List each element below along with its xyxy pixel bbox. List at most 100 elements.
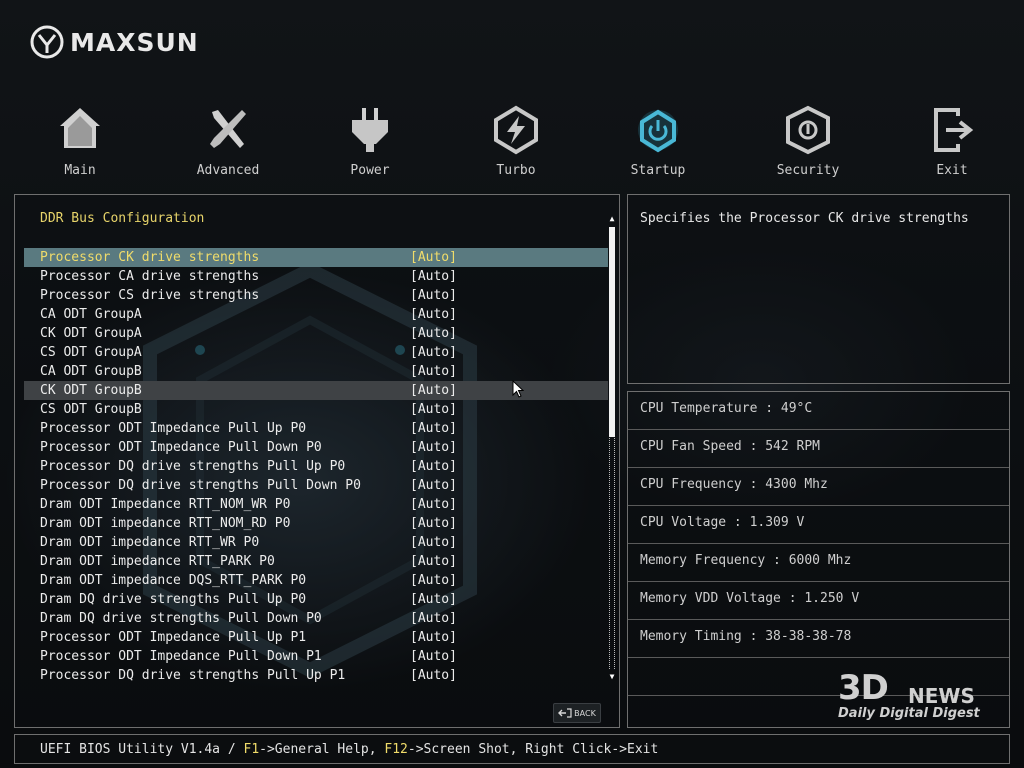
setting-label: Dram ODT impedance DQS_RTT_PARK P0 <box>40 573 307 588</box>
setting-value[interactable]: [Auto] <box>410 628 457 647</box>
scroll-down-arrow-icon[interactable]: ▼ <box>608 673 616 681</box>
back-button-label: BACK <box>574 708 596 718</box>
nav-security[interactable]: Security <box>758 100 858 180</box>
back-button[interactable]: BACK <box>553 703 601 723</box>
setting-label: Processor DQ drive strengths Pull Up P1 <box>40 668 346 683</box>
status-text: CPU Fan Speed : 542 RPM <box>640 439 821 454</box>
watermark-news: NEWS <box>908 684 975 708</box>
tools-icon <box>210 110 246 148</box>
settings-panel: DDR Bus Configuration Processor CK drive… <box>14 194 620 728</box>
power-button-icon <box>638 109 678 153</box>
setting-label: CA ODT GroupA <box>40 307 142 322</box>
setting-row[interactable]: Dram ODT impedance DQS_RTT_PARK P0 [Auto] <box>24 571 608 590</box>
setting-label: Dram DQ drive strengths Pull Down P0 <box>40 611 322 626</box>
nav-startup[interactable]: Startup <box>608 100 708 180</box>
setting-row[interactable]: CA ODT GroupA [Auto] <box>24 305 608 324</box>
setting-value[interactable]: [Auto] <box>410 476 457 495</box>
setting-label: Dram ODT impedance RTT_NOM_RD P0 <box>40 516 291 531</box>
nav-startup-label: Startup <box>630 163 686 178</box>
setting-row[interactable]: Processor CA drive strengths [Auto] <box>24 267 608 286</box>
home-icon <box>60 108 100 148</box>
setting-row[interactable]: Dram ODT impedance RTT_WR P0 [Auto] <box>24 533 608 552</box>
setting-value[interactable]: [Auto] <box>410 286 457 305</box>
setting-row[interactable]: Dram ODT impedance RTT_NOM_RD P0 [Auto] <box>24 514 608 533</box>
setting-label: Processor ODT Impedance Pull Down P0 <box>40 440 322 455</box>
setting-value[interactable]: [Auto] <box>410 419 457 438</box>
status-text: CPU Frequency : 4300 Mhz <box>640 477 828 492</box>
setting-row[interactable]: CS ODT GroupB [Auto] <box>24 400 608 419</box>
watermark-3d: 3D <box>838 668 889 708</box>
status-text: CPU Temperature : 49°C <box>640 401 813 416</box>
scrollbar-thumb[interactable] <box>609 227 615 437</box>
back-arrow-icon <box>558 708 572 718</box>
power-plug-icon <box>352 108 388 152</box>
setting-label: Dram DQ drive strengths Pull Up P0 <box>40 592 307 607</box>
setting-label: Processor ODT Impedance Pull Up P1 <box>40 630 307 645</box>
nav-advanced-label: Advanced <box>196 163 260 178</box>
setting-value[interactable]: [Auto] <box>410 590 457 609</box>
section-title: DDR Bus Configuration <box>40 211 205 226</box>
status-row-memory-frequency: Memory Frequency : 6000 Mhz <box>628 544 1009 582</box>
setting-row[interactable]: Dram ODT impedance RTT_PARK P0 [Auto] <box>24 552 608 571</box>
setting-row[interactable]: Processor DQ drive strengths Pull Up P0 [… <box>24 457 608 476</box>
setting-value[interactable]: [Auto] <box>410 647 457 666</box>
setting-value[interactable]: [Auto] <box>410 438 457 457</box>
setting-row[interactable]: Processor DQ drive strengths Pull Down P… <box>24 476 608 495</box>
status-text: CPU Voltage : 1.309 V <box>640 515 805 530</box>
footer-text-f12: ->Screen Shot, Right Click->Exit <box>407 742 659 757</box>
nav-main[interactable]: Main <box>30 100 130 180</box>
setting-value[interactable]: [Auto] <box>410 248 457 267</box>
setting-row[interactable]: Dram ODT Impedance RTT_NOM_WR P0 [Auto] <box>24 495 608 514</box>
nav-security-label: Security <box>776 163 840 178</box>
setting-value[interactable]: [Auto] <box>410 533 457 552</box>
setting-value[interactable]: [Auto] <box>410 400 457 419</box>
setting-value[interactable]: [Auto] <box>410 267 457 286</box>
setting-row[interactable]: Processor ODT Impedance Pull Up P0 [Auto] <box>24 419 608 438</box>
setting-row[interactable]: Processor DQ drive strengths Pull Up P1 [… <box>24 666 608 685</box>
setting-row[interactable]: Processor ODT Impedance Pull Down P1 [Aut… <box>24 647 608 666</box>
setting-value[interactable]: [Auto] <box>410 495 457 514</box>
footer-key-f1: F1 <box>243 742 260 757</box>
scroll-up-arrow-icon[interactable]: ▲ <box>608 215 616 223</box>
status-row-cpu-temperature: CPU Temperature : 49°C <box>628 392 1009 430</box>
setting-value[interactable]: [Auto] <box>410 381 457 400</box>
setting-value[interactable]: [Auto] <box>410 457 457 476</box>
scrollbar[interactable]: ▲ ▼ <box>608 215 616 681</box>
setting-value[interactable]: [Auto] <box>410 514 457 533</box>
setting-value[interactable]: [Auto] <box>410 552 457 571</box>
maxsun-logo-icon <box>30 25 64 59</box>
setting-row[interactable]: Dram DQ drive strengths Pull Down P0 [Aut… <box>24 609 608 628</box>
setting-value[interactable]: [Auto] <box>410 305 457 324</box>
nav-advanced[interactable]: Advanced <box>178 100 278 180</box>
footer-help-text: UEFI BIOS Utility V1.4a / F1->General He… <box>40 742 658 757</box>
setting-row[interactable]: Dram DQ drive strengths Pull Up P0 [Auto] <box>24 590 608 609</box>
nav-power[interactable]: Power <box>320 100 420 180</box>
setting-label: CK ODT GroupA <box>40 326 142 341</box>
setting-label: Dram ODT impedance RTT_WR P0 <box>40 535 260 550</box>
setting-value[interactable]: [Auto] <box>410 571 457 590</box>
setting-label: Processor CA drive strengths <box>40 269 260 284</box>
status-row-cpu-voltage: CPU Voltage : 1.309 V <box>628 506 1009 544</box>
lightning-icon <box>494 105 538 155</box>
setting-label: Processor CS drive strengths <box>40 288 260 303</box>
setting-row[interactable]: CK ODT GroupA [Auto] <box>24 324 608 343</box>
setting-row[interactable]: Processor CK drive strengths [Auto] <box>24 248 608 267</box>
setting-row[interactable]: Processor ODT Impedance Pull Down P0 [Aut… <box>24 438 608 457</box>
setting-label: CA ODT GroupB <box>40 364 142 379</box>
status-text: Memory VDD Voltage : 1.250 V <box>640 591 860 606</box>
setting-value[interactable]: [Auto] <box>410 666 457 685</box>
setting-value[interactable]: [Auto] <box>410 362 457 381</box>
mouse-cursor-icon <box>512 380 524 398</box>
setting-value[interactable]: [Auto] <box>410 343 457 362</box>
setting-label: CS ODT GroupB <box>40 402 142 417</box>
setting-row[interactable]: Processor ODT Impedance Pull Up P1 [Auto] <box>24 628 608 647</box>
nav-exit[interactable]: Exit <box>902 100 1002 180</box>
status-text: Memory Frequency : 6000 Mhz <box>640 553 852 568</box>
setting-value[interactable]: [Auto] <box>410 324 457 343</box>
setting-row[interactable]: CA ODT GroupB [Auto] <box>24 362 608 381</box>
nav-turbo[interactable]: Turbo <box>466 100 566 180</box>
maxsun-logo: MAXSUN <box>30 24 199 60</box>
setting-row[interactable]: Processor CS drive strengths [Auto] <box>24 286 608 305</box>
setting-row[interactable]: CS ODT GroupA [Auto] <box>24 343 608 362</box>
setting-value[interactable]: [Auto] <box>410 609 457 628</box>
